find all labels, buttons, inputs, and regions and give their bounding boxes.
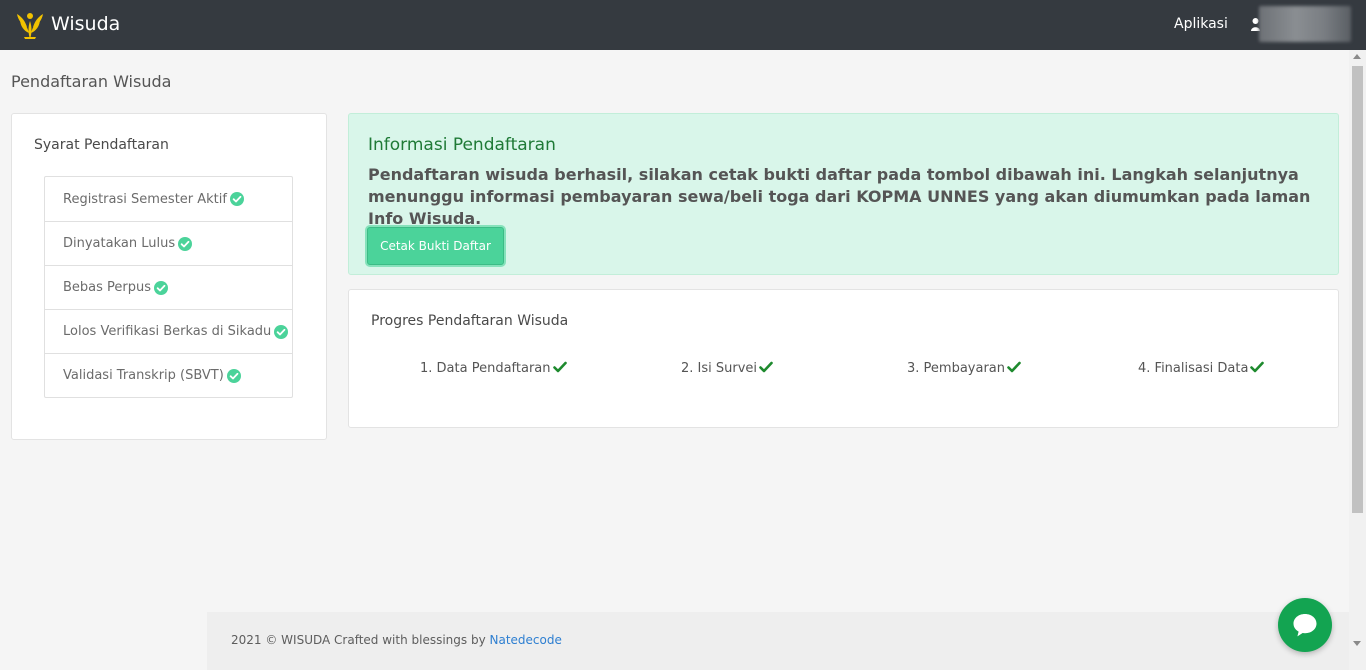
scrollbar-thumb[interactable]	[1352, 66, 1363, 513]
progress-step: 4. Finalisasi Data	[1138, 361, 1265, 376]
check-icon	[759, 361, 773, 373]
footer: 2021 © WISUDA Crafted with blessings by …	[207, 612, 1349, 670]
progress-step-label: 4. Finalisasi Data	[1138, 361, 1249, 376]
requirement-item: Registrasi Semester Aktif	[45, 177, 292, 221]
brand-title[interactable]: Wisuda	[51, 13, 120, 35]
check-circle-icon	[274, 324, 289, 339]
requirements-list: Registrasi Semester Aktif Dinyatakan Lul…	[44, 176, 293, 398]
requirement-item: Validasi Transkrip (SBVT)	[45, 353, 292, 397]
requirement-label: Dinyatakan Lulus	[63, 236, 176, 251]
chat-bubble-icon	[1293, 614, 1317, 637]
requirement-label: Lolos Verifikasi Berkas di Sikadu	[63, 324, 272, 339]
requirement-item: Bebas Perpus	[45, 265, 292, 309]
requirement-label: Validasi Transkrip (SBVT)	[63, 368, 224, 383]
check-circle-icon	[154, 280, 169, 295]
progress-title: Progres Pendaftaran Wisuda	[371, 313, 569, 329]
requirement-item: Lolos Verifikasi Berkas di Sikadu	[45, 309, 292, 353]
scroll-down-arrow-icon[interactable]	[1353, 641, 1361, 646]
check-icon	[552, 361, 567, 373]
progress-step: 1. Data Pendaftaran	[420, 361, 567, 376]
check-circle-icon	[229, 192, 244, 206]
progress-step-label: 1. Data Pendaftaran	[420, 361, 551, 376]
user-name-blurred[interactable]	[1259, 6, 1351, 42]
check-icon	[1250, 361, 1265, 373]
footer-copyright: 2021 © WISUDA Crafted with blessings by	[231, 633, 490, 647]
page-title: Pendaftaran Wisuda	[11, 72, 172, 91]
university-logo-icon[interactable]	[14, 9, 46, 41]
check-circle-icon	[178, 236, 193, 251]
scroll-up-arrow-icon[interactable]	[1353, 54, 1361, 59]
requirements-title: Syarat Pendaftaran	[34, 137, 169, 153]
requirements-card: Syarat Pendaftaran Registrasi Semester A…	[11, 113, 327, 440]
registration-info-alert: Informasi Pendaftaran Pendaftaran wisuda…	[348, 113, 1339, 275]
requirement-item: Dinyatakan Lulus	[45, 221, 292, 265]
print-proof-button[interactable]: Cetak Bukti Daftar	[367, 227, 504, 265]
requirement-label: Bebas Perpus	[63, 280, 152, 295]
progress-step: 2. Isi Survei	[681, 361, 773, 376]
progress-step-label: 2. Isi Survei	[681, 361, 758, 376]
check-icon	[1007, 361, 1021, 373]
footer-text: 2021 © WISUDA Crafted with blessings by …	[231, 633, 562, 647]
footer-author-link[interactable]: Natedecode	[490, 633, 562, 647]
requirement-label: Registrasi Semester Aktif	[63, 191, 227, 207]
nav-aplikasi-link[interactable]: Aplikasi	[1174, 16, 1228, 32]
progress-card: Progres Pendaftaran Wisuda 1. Data Penda…	[348, 289, 1339, 428]
info-message: Pendaftaran wisuda berhasil, silakan cet…	[368, 165, 1311, 228]
info-title: Informasi Pendaftaran	[368, 135, 556, 155]
check-circle-icon	[226, 368, 241, 383]
top-navbar: Wisuda Aplikasi	[0, 0, 1366, 50]
progress-step-label: 3. Pembayaran	[907, 361, 1006, 376]
progress-step: 3. Pembayaran	[907, 361, 1021, 376]
chat-button[interactable]	[1278, 598, 1332, 652]
